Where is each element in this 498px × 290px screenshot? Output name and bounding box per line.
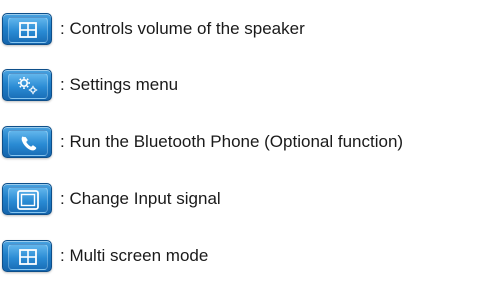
grid-glyph [19, 249, 37, 265]
legend-text-bluetooth-phone: : Run the Bluetooth Phone (Optional func… [60, 132, 404, 151]
screen-glyph [17, 190, 39, 210]
phone-handset-icon[interactable] [2, 126, 52, 158]
legend-text-input-signal: : Change Input signal [60, 189, 221, 208]
legend-text-multi-screen: : Multi screen mode [60, 246, 209, 265]
icon-legend: : Controls volume of the speaker: Setti… [0, 0, 498, 290]
legend-row-multi-screen: : Multi screen mode [2, 240, 496, 272]
settings-gears-icon[interactable] [2, 69, 52, 101]
gears-glyph [18, 77, 38, 95]
legend-row-volume: : Controls volume of the speaker [2, 13, 496, 45]
legend-text-volume: : Controls volume of the speaker [60, 19, 305, 38]
multi-screen-grid-icon[interactable] [2, 13, 52, 45]
phone-glyph [21, 136, 37, 151]
legend-row-input-signal: : Change Input signal [2, 183, 496, 215]
multi-screen-grid-icon[interactable] [2, 240, 52, 272]
legend-row-bluetooth-phone: : Run the Bluetooth Phone (Optional func… [2, 126, 496, 158]
grid-glyph [19, 22, 37, 38]
legend-text-settings: : Settings menu [60, 75, 179, 94]
legend-row-settings: : Settings menu [2, 69, 496, 101]
input-signal-screen-icon[interactable] [2, 183, 52, 215]
